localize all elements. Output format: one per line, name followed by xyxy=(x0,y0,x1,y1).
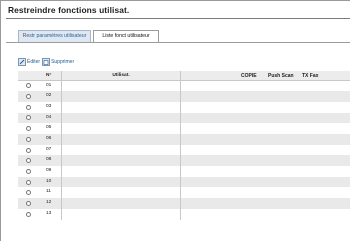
row-select-cell xyxy=(18,187,38,198)
row-radio-button[interactable] xyxy=(26,126,31,132)
row-number: 04 xyxy=(38,112,62,124)
table-row[interactable]: 06 xyxy=(18,134,350,145)
table-row[interactable]: 11 xyxy=(18,187,350,199)
row-select-cell xyxy=(18,102,38,113)
row-radio-button[interactable] xyxy=(26,94,31,100)
tab-divider xyxy=(6,42,350,43)
table-row[interactable]: 07 xyxy=(18,144,350,156)
row-number: 10 xyxy=(38,176,62,188)
row-radio-button[interactable] xyxy=(26,211,31,217)
table-row[interactable]: 10 xyxy=(18,176,350,188)
table-row[interactable]: 09 xyxy=(18,166,350,177)
row-user-cell xyxy=(62,155,181,167)
header-number: N° xyxy=(38,71,62,80)
row-user-cell xyxy=(62,176,181,188)
row-number: 11 xyxy=(38,187,62,199)
row-user-cell xyxy=(62,208,181,220)
row-user-cell xyxy=(62,91,181,102)
row-select-cell xyxy=(18,166,38,177)
row-select-cell xyxy=(18,91,38,102)
header-copy: COPIE xyxy=(241,73,257,79)
page-title: Restreindre fonctions utilisat. xyxy=(8,5,130,15)
page: Restreindre fonctions utilisat. Restr pa… xyxy=(0,0,350,241)
row-number: 13 xyxy=(38,208,62,220)
row-functions-cell xyxy=(181,166,350,177)
row-select-cell xyxy=(18,198,38,209)
table-row[interactable]: 03 xyxy=(18,101,350,113)
row-select-cell xyxy=(18,123,38,134)
row-user-cell xyxy=(62,144,181,156)
row-number: 05 xyxy=(38,123,62,135)
row-number: 12 xyxy=(38,198,62,209)
row-select-cell xyxy=(18,155,38,166)
edit-icon xyxy=(18,57,26,66)
row-select-cell xyxy=(18,145,38,156)
row-radio-button[interactable] xyxy=(26,190,31,196)
row-radio-button[interactable] xyxy=(26,147,31,153)
delete-label: Supprimer xyxy=(51,58,75,65)
row-user-cell xyxy=(62,112,181,124)
row-user-cell xyxy=(62,166,181,177)
table-row[interactable]: 05 xyxy=(18,123,350,135)
row-user-cell xyxy=(62,187,181,199)
user-function-table: N° Utilisat. COPIE Push Scan TX Fax 01 02… xyxy=(18,71,350,220)
row-functions-cell xyxy=(181,155,350,166)
row-select-cell xyxy=(18,113,38,124)
row-user-cell xyxy=(62,101,181,113)
row-select-cell xyxy=(18,177,38,188)
row-radio-button[interactable] xyxy=(26,83,31,89)
row-user-cell xyxy=(62,123,181,135)
row-number: 03 xyxy=(38,101,62,113)
header-user: Utilisat. xyxy=(62,71,181,80)
header-tx-fax: TX Fax xyxy=(302,73,319,79)
row-select-cell xyxy=(18,209,38,220)
row-radio-button[interactable] xyxy=(26,200,31,206)
row-number: 01 xyxy=(38,80,62,92)
row-radio-button[interactable] xyxy=(26,136,31,142)
row-functions-cell xyxy=(181,102,350,113)
row-functions-cell xyxy=(181,209,350,220)
row-number: 09 xyxy=(38,166,62,177)
row-functions-cell xyxy=(181,113,350,124)
header-push-scan: Push Scan xyxy=(268,73,294,79)
row-select-cell xyxy=(18,134,38,145)
row-functions-cell xyxy=(181,177,350,188)
row-functions-cell xyxy=(181,123,350,134)
row-number: 08 xyxy=(38,155,62,167)
row-user-cell xyxy=(62,80,181,92)
table-header-row: N° Utilisat. COPIE Push Scan TX Fax xyxy=(18,71,350,81)
delete-button[interactable]: Supprimer xyxy=(42,57,75,66)
edit-label: Éditer xyxy=(27,58,41,65)
row-radio-button[interactable] xyxy=(26,168,31,174)
header-functions: COPIE Push Scan TX Fax xyxy=(181,71,350,80)
header-select-cell xyxy=(18,71,38,80)
row-radio-button[interactable] xyxy=(26,104,31,110)
row-radio-button[interactable] xyxy=(26,179,31,185)
table-row[interactable]: 12 xyxy=(18,198,350,209)
toolbar: Éditer Supprimer xyxy=(18,57,76,66)
row-functions-cell xyxy=(181,145,350,156)
row-functions-cell xyxy=(181,91,350,102)
row-number: 07 xyxy=(38,144,62,156)
table-row[interactable]: 04 xyxy=(18,112,350,124)
table-row[interactable]: 13 xyxy=(18,208,350,220)
row-functions-cell xyxy=(181,187,350,198)
row-select-cell xyxy=(18,81,38,92)
row-radio-button[interactable] xyxy=(26,158,31,164)
row-functions-cell xyxy=(181,198,350,209)
row-functions-cell xyxy=(181,134,350,145)
row-user-cell xyxy=(62,134,181,145)
table-row[interactable]: 02 xyxy=(18,91,350,102)
row-number: 06 xyxy=(38,134,62,145)
delete-icon xyxy=(42,57,50,66)
row-user-cell xyxy=(62,198,181,209)
edit-button[interactable]: Éditer xyxy=(18,57,41,66)
title-divider xyxy=(6,18,350,19)
row-radio-button[interactable] xyxy=(26,115,31,121)
row-functions-cell xyxy=(181,81,350,92)
table-row[interactable]: 01 xyxy=(18,80,350,92)
row-number: 02 xyxy=(38,91,62,102)
table-row[interactable]: 08 xyxy=(18,155,350,167)
